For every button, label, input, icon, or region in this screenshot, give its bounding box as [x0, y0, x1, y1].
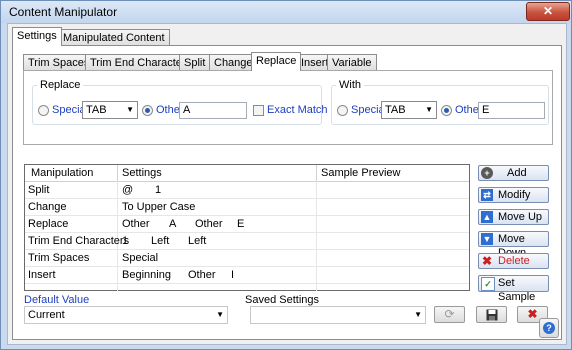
- replace-group-title: Replace: [37, 79, 84, 91]
- table-row[interactable]: Change To Upper Case: [25, 199, 469, 216]
- refresh-saved-settings-button[interactable]: ⟳: [434, 306, 465, 323]
- cell-manipulation: Replace: [28, 218, 69, 230]
- cell-setting: Beginning: [122, 269, 171, 281]
- chevron-down-icon: ▼: [126, 105, 134, 114]
- replace-other-radio[interactable]: [142, 105, 153, 116]
- delete-button-label: Delete: [498, 255, 530, 267]
- plus-icon: +: [481, 167, 493, 179]
- cell-setting: Left: [151, 235, 170, 247]
- column-divider: [316, 165, 317, 181]
- with-special-value: TAB: [385, 104, 406, 116]
- replace-other-input[interactable]: A: [179, 102, 247, 119]
- delete-x-icon: ✖: [527, 307, 538, 321]
- set-sample-button[interactable]: ✓ Set Sample: [478, 275, 549, 303]
- cell-manipulation: Split: [28, 184, 50, 196]
- move-up-button[interactable]: ▲ Move Up: [478, 209, 549, 225]
- replace-tab-panel: Replace Special TAB ▼ Other A Exact Matc…: [23, 70, 553, 145]
- exact-match-checkbox[interactable]: [253, 105, 264, 116]
- save-settings-button[interactable]: [476, 306, 507, 323]
- tab-split[interactable]: Split: [179, 54, 211, 71]
- arrow-up-icon: ▲: [481, 211, 493, 223]
- chevron-down-icon: ▼: [414, 310, 422, 319]
- cell-manipulation: Trim End Characters: [28, 235, 130, 247]
- saved-settings-dropdown[interactable]: ▼: [250, 306, 426, 324]
- window-title: Content Manipulator: [9, 5, 118, 19]
- cell-setting: Other: [195, 218, 223, 230]
- with-special-dropdown[interactable]: TAB ▼: [381, 101, 437, 119]
- delete-button[interactable]: ✖ Delete: [478, 253, 549, 269]
- default-value-label: Default Value: [24, 294, 90, 306]
- tab-manipulated-content[interactable]: Manipulated Content: [58, 29, 170, 46]
- list-header: Manipulation Settings Sample Preview: [25, 165, 469, 182]
- cell-setting: 1: [155, 184, 162, 196]
- cell-setting: Other: [188, 269, 216, 281]
- cell-setting: To Upper Case: [122, 201, 196, 213]
- window-client-area: Settings Manipulated Content Trim Spaces…: [7, 23, 567, 345]
- table-row[interactable]: Split @ 1: [25, 182, 469, 199]
- table-row[interactable]: Trim Spaces Special: [25, 250, 469, 267]
- delete-x-icon: ✖: [481, 254, 493, 268]
- saved-settings-label: Saved Settings: [245, 294, 319, 306]
- cell-setting: Left: [188, 235, 207, 247]
- column-header-sample-preview[interactable]: Sample Preview: [321, 167, 400, 179]
- add-button-label: Add: [507, 167, 527, 179]
- close-button[interactable]: ✕: [526, 2, 570, 21]
- modify-arrows-icon: ⇄: [481, 189, 493, 201]
- table-row[interactable]: Insert Beginning Other I: [25, 267, 469, 284]
- replace-special-dropdown[interactable]: TAB ▼: [82, 101, 138, 119]
- modify-button[interactable]: ⇄ Modify: [478, 187, 549, 203]
- help-icon: ?: [543, 322, 555, 334]
- with-other-input[interactable]: E: [478, 102, 545, 119]
- set-sample-button-label: Set Sample: [498, 277, 536, 303]
- add-button[interactable]: + Add: [478, 165, 549, 181]
- cell-setting: @: [122, 184, 134, 196]
- set-sample-icon: ✓: [481, 277, 495, 291]
- tab-settings[interactable]: Settings: [12, 27, 62, 46]
- replace-special-value: TAB: [86, 104, 107, 116]
- help-button[interactable]: ?: [539, 318, 559, 338]
- column-header-settings[interactable]: Settings: [122, 167, 162, 179]
- move-down-button[interactable]: ▼ Move Down: [478, 231, 549, 259]
- cell-manipulation: Trim Spaces: [28, 252, 90, 264]
- content-manipulator-window: Content Manipulator ✕ Settings Manipulat…: [0, 0, 572, 350]
- column-header-manipulation[interactable]: Manipulation: [31, 167, 93, 179]
- table-row[interactable]: Replace Other A Other E: [25, 216, 469, 233]
- with-other-radio[interactable]: [441, 105, 452, 116]
- tab-trim-spaces[interactable]: Trim Spaces: [23, 54, 95, 71]
- replace-special-radio[interactable]: [38, 105, 49, 116]
- save-disk-icon: [486, 307, 498, 321]
- tab-variable[interactable]: Variable: [327, 54, 377, 71]
- chevron-down-icon: ▼: [425, 105, 433, 114]
- exact-match-label: Exact Match: [267, 104, 328, 116]
- table-row[interactable]: Trim End Characters 1 Left Left: [25, 233, 469, 250]
- cell-setting: Other: [122, 218, 150, 230]
- refresh-icon: ⟳: [444, 307, 455, 321]
- modify-button-label: Modify: [498, 189, 531, 201]
- cell-manipulation: Change: [28, 201, 67, 213]
- cell-manipulation: Insert: [28, 269, 56, 281]
- cell-setting: A: [169, 218, 177, 230]
- with-group-title: With: [336, 79, 364, 91]
- cell-setting: E: [237, 218, 245, 230]
- with-special-radio[interactable]: [337, 105, 348, 116]
- tab-replace[interactable]: Replace: [251, 52, 302, 71]
- default-value-current: Current: [28, 309, 65, 321]
- settings-panel: Trim Spaces Trim End Characters Split Ch…: [12, 45, 562, 340]
- cell-setting: 1: [122, 235, 129, 247]
- column-divider: [117, 165, 118, 181]
- move-up-button-label: Move Up: [498, 211, 543, 223]
- chevron-down-icon: ▼: [216, 310, 224, 319]
- default-value-dropdown[interactable]: Current ▼: [24, 306, 228, 324]
- cell-setting: Special: [122, 252, 159, 264]
- arrow-down-icon: ▼: [481, 233, 493, 245]
- cell-setting: I: [231, 269, 235, 281]
- title-bar: Content Manipulator ✕: [1, 1, 571, 23]
- manipulation-list[interactable]: Manipulation Settings Sample Preview Spl…: [24, 164, 470, 291]
